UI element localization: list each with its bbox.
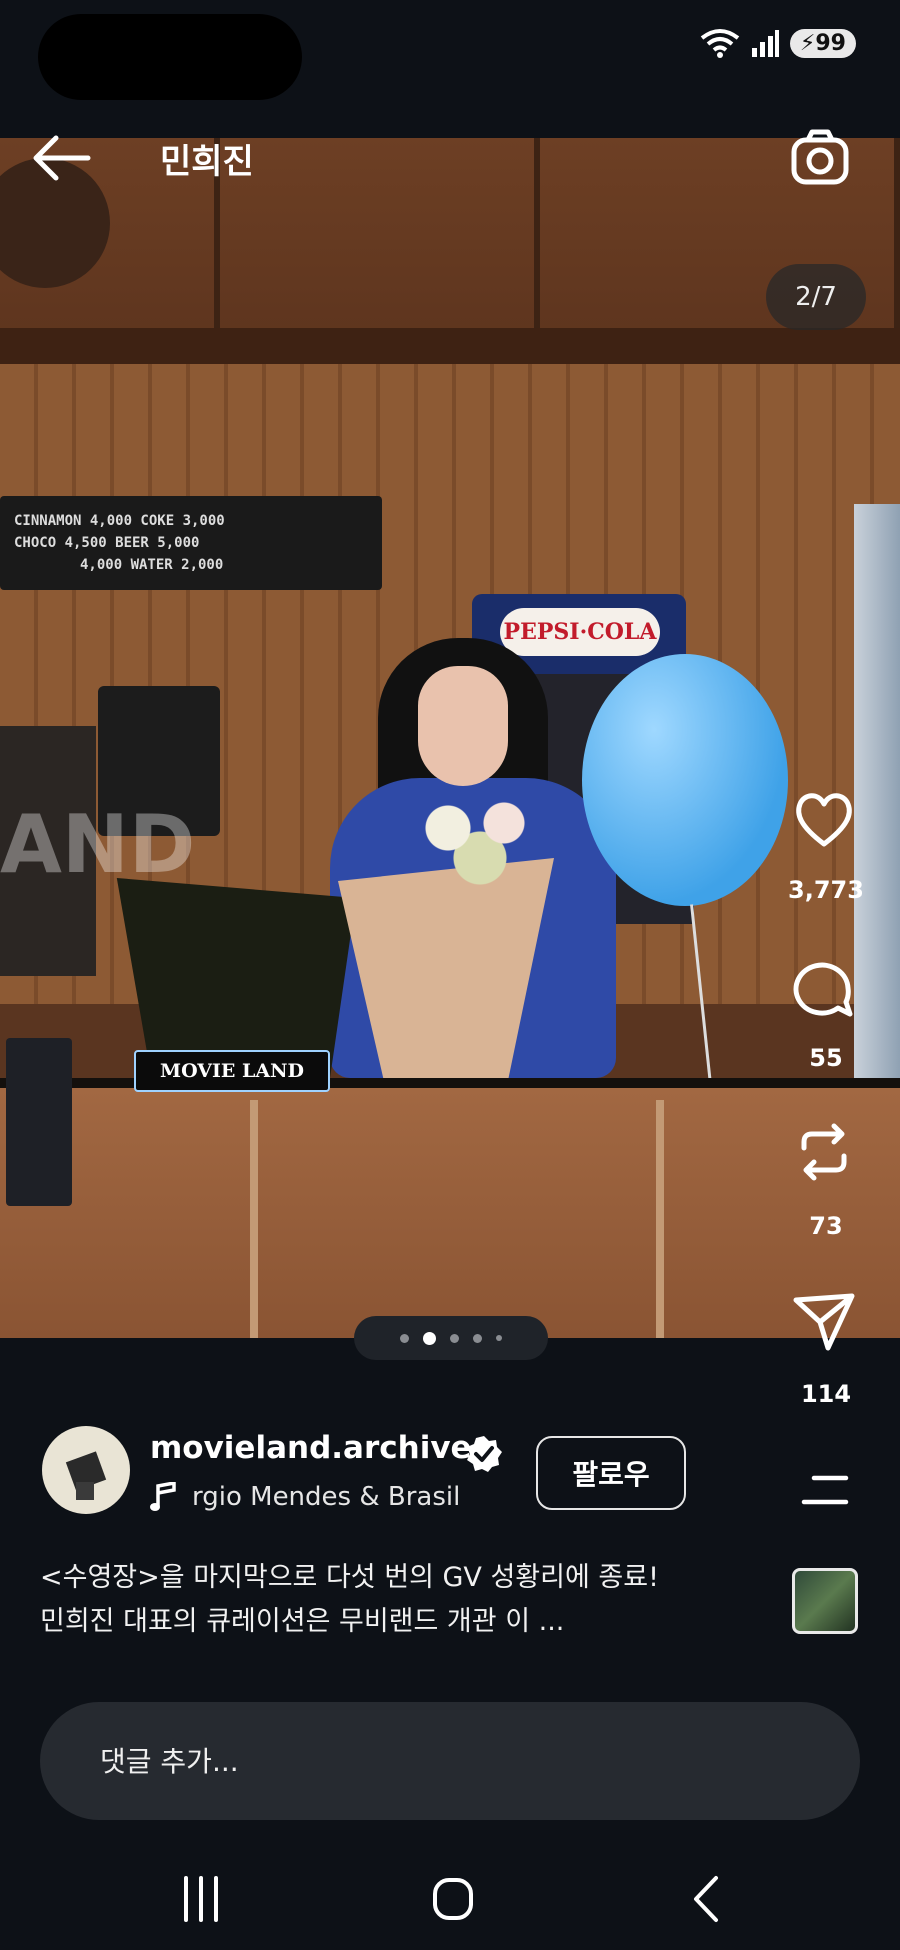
comment-input[interactable] bbox=[100, 1736, 800, 1786]
likes-count: 3,773 bbox=[788, 876, 864, 904]
carousel-dot bbox=[473, 1333, 482, 1343]
photo-menu-board: CINNAMON 4,000 COKE 3,000 CHOCO 4,500 BE… bbox=[0, 496, 382, 590]
status-bar: ⚡99 bbox=[0, 0, 900, 138]
carousel-dot bbox=[496, 1335, 502, 1341]
follow-button[interactable]: 팔로우 bbox=[536, 1436, 686, 1510]
music-note-icon bbox=[150, 1482, 176, 1511]
comment-box[interactable] bbox=[40, 1702, 860, 1820]
comments-count: 55 bbox=[809, 1044, 843, 1072]
photo-balloon bbox=[582, 654, 788, 906]
send-icon[interactable] bbox=[792, 1290, 856, 1354]
avatar[interactable] bbox=[42, 1426, 130, 1514]
music-title: rgio Mendes & Brasil bbox=[192, 1482, 461, 1512]
carousel-dot-active bbox=[423, 1331, 436, 1345]
status-icons: ⚡99 bbox=[700, 28, 856, 58]
signal-icon bbox=[751, 30, 779, 57]
heart-icon[interactable] bbox=[792, 788, 856, 852]
photo-counter-badge: 2/7 bbox=[766, 264, 866, 330]
photo-shelf bbox=[0, 328, 900, 364]
camera-icon[interactable] bbox=[790, 128, 850, 188]
username[interactable]: movieland.archive bbox=[150, 1430, 472, 1466]
pepsi-logo: PEPSI·COLA bbox=[500, 608, 660, 656]
photo-watermark: AND bbox=[0, 798, 196, 891]
pepsi-text: PEPSI·COLA bbox=[503, 619, 657, 645]
redacted-area bbox=[38, 14, 302, 100]
avatar-logo-icon bbox=[65, 1451, 107, 1500]
photo-person-face bbox=[418, 666, 508, 786]
wifi-icon bbox=[700, 29, 740, 58]
page-title: 민희진 bbox=[160, 142, 254, 182]
album-thumbnail[interactable] bbox=[792, 1568, 858, 1634]
menu-board-line: 4,000 WATER 2,000 bbox=[80, 557, 224, 573]
music-row[interactable]: rgio Mendes & Brasil bbox=[150, 1482, 460, 1512]
photo-panel bbox=[220, 138, 540, 328]
post-photo[interactable]: CINNAMON 4,000 COKE 3,000 CHOCO 4,500 BE… bbox=[0, 138, 900, 1338]
carousel-dot bbox=[450, 1333, 459, 1343]
photo-movieland-sign: MOVIE LAND bbox=[134, 1050, 330, 1092]
photo-fridge bbox=[854, 504, 900, 1090]
menu-board-line: CINNAMON 4,000 COKE 3,000 bbox=[14, 513, 225, 529]
post-caption[interactable]: <수영장>을 마지막으로 다섯 번의 GV 성황리에 종료! 민희진 대표의 큐… bbox=[40, 1556, 800, 1644]
battery-indicator: ⚡99 bbox=[789, 28, 856, 58]
photo-counter-divider bbox=[250, 1100, 258, 1338]
comment-icon[interactable] bbox=[792, 956, 856, 1020]
photo-counter-divider bbox=[656, 1100, 664, 1338]
recent-apps-icon[interactable] bbox=[166, 1864, 236, 1934]
caption-line: <수영장>을 마지막으로 다섯 번의 GV 성황리에 종료! bbox=[40, 1562, 659, 1593]
caption-line: 민희진 대표의 큐레이션은 무비랜드 개관 이 ... bbox=[40, 1606, 565, 1637]
reposts-count: 73 bbox=[809, 1212, 843, 1240]
photo-combo-menu bbox=[6, 1038, 72, 1206]
battery-level: 99 bbox=[815, 30, 846, 56]
verified-badge-icon bbox=[467, 1436, 502, 1472]
home-icon[interactable] bbox=[418, 1864, 488, 1934]
repost-icon[interactable] bbox=[792, 1120, 856, 1184]
back-arrow-icon[interactable] bbox=[28, 132, 92, 184]
photo-flowers bbox=[400, 788, 560, 888]
menu-icon[interactable] bbox=[800, 1474, 850, 1506]
menu-board-line: CHOCO 4,500 BEER 5,000 bbox=[14, 535, 200, 551]
system-nav-bar bbox=[0, 1850, 900, 1950]
carousel-indicator bbox=[354, 1316, 548, 1360]
carousel-dot bbox=[400, 1333, 409, 1343]
back-icon[interactable] bbox=[672, 1864, 742, 1934]
shares-count: 114 bbox=[800, 1380, 852, 1408]
photo-plant bbox=[116, 878, 356, 1078]
